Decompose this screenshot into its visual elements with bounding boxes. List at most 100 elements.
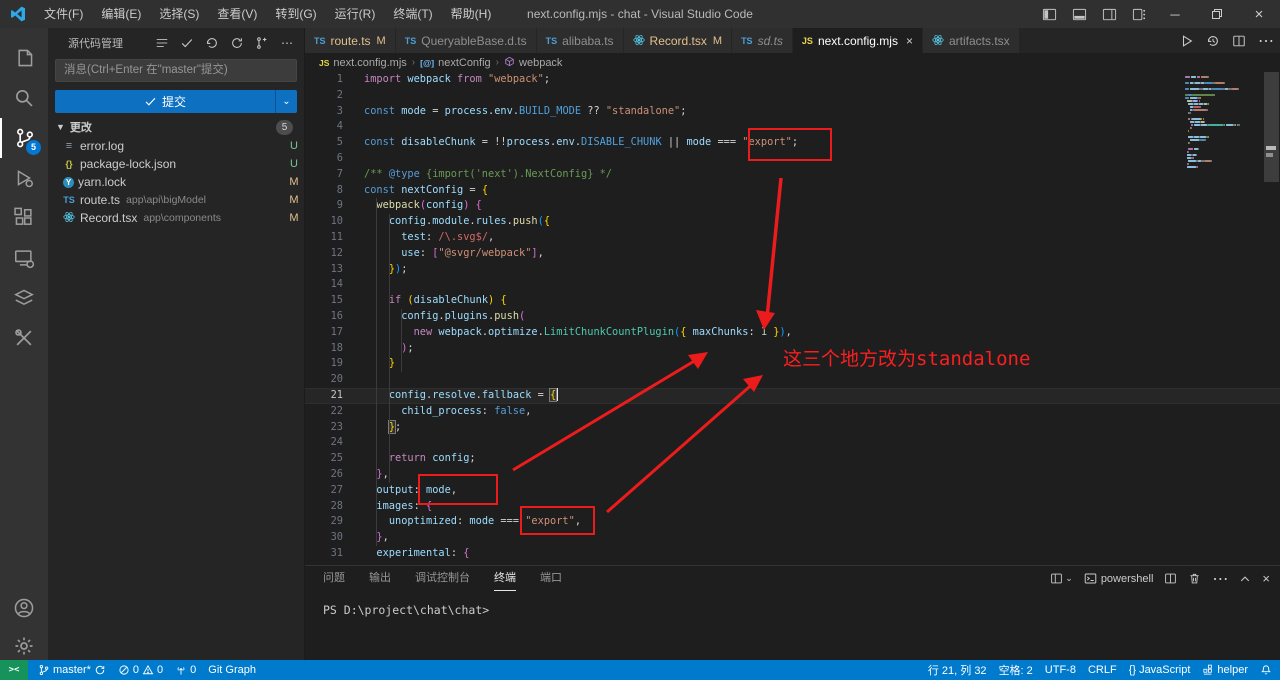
menu-终端[interactable]: 终端(T) (384, 4, 441, 24)
timeline-icon[interactable] (1206, 34, 1220, 48)
code-line-28[interactable]: 28 images: { (305, 499, 1280, 515)
close-panel-icon[interactable]: × (1262, 571, 1270, 586)
panel-tab-调试控制台[interactable]: 调试控制台 (415, 566, 470, 591)
commit-button[interactable]: 提交 ⌄ (55, 90, 297, 113)
changed-file-error.log[interactable]: ≡error.logU (48, 137, 305, 155)
panel-tab-终端[interactable]: 终端 (494, 566, 516, 591)
menu-帮助[interactable]: 帮助(H) (442, 4, 501, 24)
commit-dropdown-chevron-icon[interactable]: ⌄ (276, 96, 297, 107)
toggle-sidebar-icon[interactable] (1034, 0, 1064, 28)
menu-文件[interactable]: 文件(F) (35, 4, 92, 24)
remote-indicator[interactable]: >< (0, 660, 28, 680)
language-mode[interactable]: {} JavaScript (1123, 660, 1197, 680)
code-line-11[interactable]: 11 test: /\.svg$/, (305, 230, 1280, 246)
launch-profile-icon[interactable]: ⌄ (1050, 572, 1073, 585)
tab-artifacts.tsx[interactable]: artifacts.tsx (923, 28, 1019, 53)
code-editor[interactable]: 1import webpack from "webpack";23const m… (305, 72, 1280, 565)
code-line-10[interactable]: 10 config.module.rules.push({ (305, 214, 1280, 230)
changes-section-header[interactable]: ▼ 更改 5 (48, 118, 305, 136)
indentation-setting[interactable]: 空格: 2 (993, 660, 1039, 680)
code-line-17[interactable]: 17 new webpack.optimize.LimitChunkCountP… (305, 325, 1280, 341)
menu-运行[interactable]: 运行(R) (326, 4, 385, 24)
code-line-12[interactable]: 12 use: ["@svgr/webpack"], (305, 246, 1280, 262)
editor-more-actions-icon[interactable]: ⋯ (1258, 31, 1274, 51)
commit-message-input[interactable]: 消息(Ctrl+Enter 在"master"提交) (55, 59, 297, 82)
close-tab-icon[interactable]: × (906, 34, 913, 48)
encoding-setting[interactable]: UTF-8 (1039, 660, 1082, 680)
customize-layout-icon[interactable] (1124, 0, 1154, 28)
layers-icon[interactable] (0, 278, 48, 318)
search-icon[interactable] (0, 78, 48, 118)
terminal-output[interactable]: PS D:\project\chat\chat> (305, 591, 1280, 617)
run-debug-icon[interactable] (0, 158, 48, 198)
code-line-21[interactable]: 21 config.resolve.fallback = { (305, 388, 1280, 404)
code-line-26[interactable]: 26 }, (305, 467, 1280, 483)
close-window-button[interactable]: × (1238, 0, 1280, 28)
menu-转到[interactable]: 转到(G) (266, 4, 325, 24)
changed-file-package-lock.json[interactable]: {}package-lock.jsonU (48, 155, 305, 173)
split-terminal-icon[interactable] (1164, 572, 1177, 585)
problems-indicator[interactable]: 0 0 (112, 660, 169, 680)
code-line-8[interactable]: 8const nextConfig = { (305, 183, 1280, 199)
history-icon[interactable] (203, 34, 221, 52)
code-line-4[interactable]: 4 (305, 119, 1280, 135)
restore-button[interactable] (1196, 0, 1238, 28)
terminal-instance[interactable]: powershell (1084, 572, 1154, 585)
code-line-20[interactable]: 20 (305, 372, 1280, 388)
code-line-25[interactable]: 25 return config; (305, 451, 1280, 467)
tab-route.ts[interactable]: TSroute.tsM (305, 28, 395, 53)
code-line-6[interactable]: 6 (305, 151, 1280, 167)
toggle-secondary-sidebar-icon[interactable] (1094, 0, 1124, 28)
code-line-19[interactable]: 19 } (305, 356, 1280, 372)
view-as-list-icon[interactable] (153, 34, 171, 52)
code-line-13[interactable]: 13 }); (305, 262, 1280, 278)
toggle-panel-icon[interactable] (1064, 0, 1094, 28)
code-line-18[interactable]: 18 ); (305, 341, 1280, 357)
tab-alibaba.ts[interactable]: TSalibaba.ts (537, 28, 623, 53)
code-line-29[interactable]: 29 unoptimized: mode === "export", (305, 514, 1280, 530)
breadcrumb-nextConfig[interactable]: [@]nextConfig (420, 57, 491, 69)
tab-next.config.mjs[interactable]: JSnext.config.mjs× (793, 28, 922, 53)
code-line-5[interactable]: 5const disableChunk = !!process.env.DISA… (305, 135, 1280, 151)
ports-indicator[interactable]: 0 (169, 660, 202, 680)
commit-check-icon[interactable] (178, 34, 196, 52)
panel-tab-问题[interactable]: 问题 (323, 566, 345, 591)
kill-terminal-icon[interactable] (1188, 572, 1201, 585)
tab-QueryableBase.d.ts[interactable]: TSQueryableBase.d.ts (396, 28, 536, 53)
more-actions-icon[interactable]: ⋯ (278, 34, 296, 52)
maximize-panel-icon[interactable] (1239, 573, 1251, 585)
helper-extension[interactable]: helper (1196, 660, 1254, 680)
scrollbar-thumb[interactable] (1264, 72, 1279, 182)
code-line-23[interactable]: 23 }; (305, 420, 1280, 436)
minimize-button[interactable]: ─ (1154, 0, 1196, 28)
changed-file-route.ts[interactable]: TSroute.tsapp\api\bigModelM (48, 191, 305, 209)
minimap[interactable] (1185, 76, 1261, 169)
run-file-icon[interactable] (1180, 34, 1194, 48)
code-line-1[interactable]: 1import webpack from "webpack"; (305, 72, 1280, 88)
changed-file-yarn.lock[interactable]: Yyarn.lockM (48, 173, 305, 191)
code-line-30[interactable]: 30 }, (305, 530, 1280, 546)
editor-scrollbar[interactable] (1263, 72, 1280, 565)
breadcrumb-next.config.mjs[interactable]: JSnext.config.mjs (319, 57, 407, 69)
changed-file-Record.tsx[interactable]: Record.tsxapp\componentsM (48, 209, 305, 227)
refresh-icon[interactable] (228, 34, 246, 52)
code-line-31[interactable]: 31 experimental: { (305, 546, 1280, 562)
tools-icon[interactable] (0, 318, 48, 358)
branch-indicator[interactable]: master* (32, 660, 112, 680)
panel-tab-输出[interactable]: 输出 (369, 566, 391, 591)
code-line-2[interactable]: 2 (305, 88, 1280, 104)
code-line-24[interactable]: 24 (305, 435, 1280, 451)
tab-sd.ts[interactable]: TSsd.ts (732, 28, 792, 53)
eol-setting[interactable]: CRLF (1082, 660, 1123, 680)
menu-编辑[interactable]: 编辑(E) (92, 4, 150, 24)
remote-explorer-icon[interactable] (0, 238, 48, 278)
extensions-icon[interactable] (0, 198, 48, 238)
panel-more-icon[interactable]: ⋯ (1212, 569, 1228, 589)
menu-选择[interactable]: 选择(S) (150, 4, 208, 24)
code-line-16[interactable]: 16 config.plugins.push( (305, 309, 1280, 325)
code-line-14[interactable]: 14 (305, 277, 1280, 293)
account-icon[interactable] (0, 588, 48, 628)
split-editor-icon[interactable] (1232, 34, 1246, 48)
code-line-15[interactable]: 15 if (disableChunk) { (305, 293, 1280, 309)
git-graph-button[interactable]: Git Graph (202, 660, 262, 680)
